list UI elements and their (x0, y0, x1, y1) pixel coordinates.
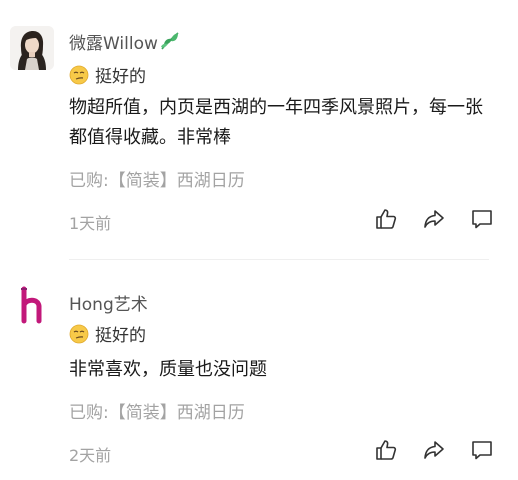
username[interactable]: 微露Willow (69, 29, 181, 57)
review-content: 非常喜欢，质量也没问题 (69, 359, 267, 380)
review-actions (370, 438, 500, 464)
avatar[interactable] (10, 26, 54, 70)
thumbs-up-icon (376, 209, 397, 229)
share-button[interactable] (422, 207, 446, 231)
share-button[interactable] (422, 438, 446, 462)
share-icon (424, 441, 444, 459)
review-content: 物超所值，内页是西湖的一年四季风景照片，每一张都值得收藏。非常棒 (69, 97, 483, 148)
purchase-info[interactable]: 已购:【简装】西湖日历 (69, 398, 245, 423)
comment-button[interactable] (470, 438, 494, 462)
user-avatar-image (10, 26, 54, 70)
smirk-emoji-icon (69, 65, 89, 85)
thumbs-up-icon (376, 440, 397, 460)
like-button[interactable] (374, 438, 398, 462)
comment-button[interactable] (470, 207, 494, 231)
like-button[interactable] (374, 207, 398, 231)
review-actions (370, 207, 500, 233)
leaf-icon (159, 30, 181, 57)
avatar[interactable] (10, 283, 54, 327)
hong-logo-image (10, 283, 54, 327)
review-time: 1天前 (69, 214, 112, 233)
divider (69, 259, 489, 260)
comment-icon (472, 210, 492, 229)
purchase-info[interactable]: 已购:【简装】西湖日历 (69, 166, 245, 191)
username[interactable]: Hong艺术 (69, 290, 148, 315)
review-time: 2天前 (69, 446, 112, 465)
smirk-emoji-icon (69, 324, 89, 344)
rating: 挺好的 (69, 321, 146, 346)
rating: 挺好的 (69, 62, 146, 87)
comment-icon (472, 441, 492, 460)
share-icon (424, 210, 444, 228)
